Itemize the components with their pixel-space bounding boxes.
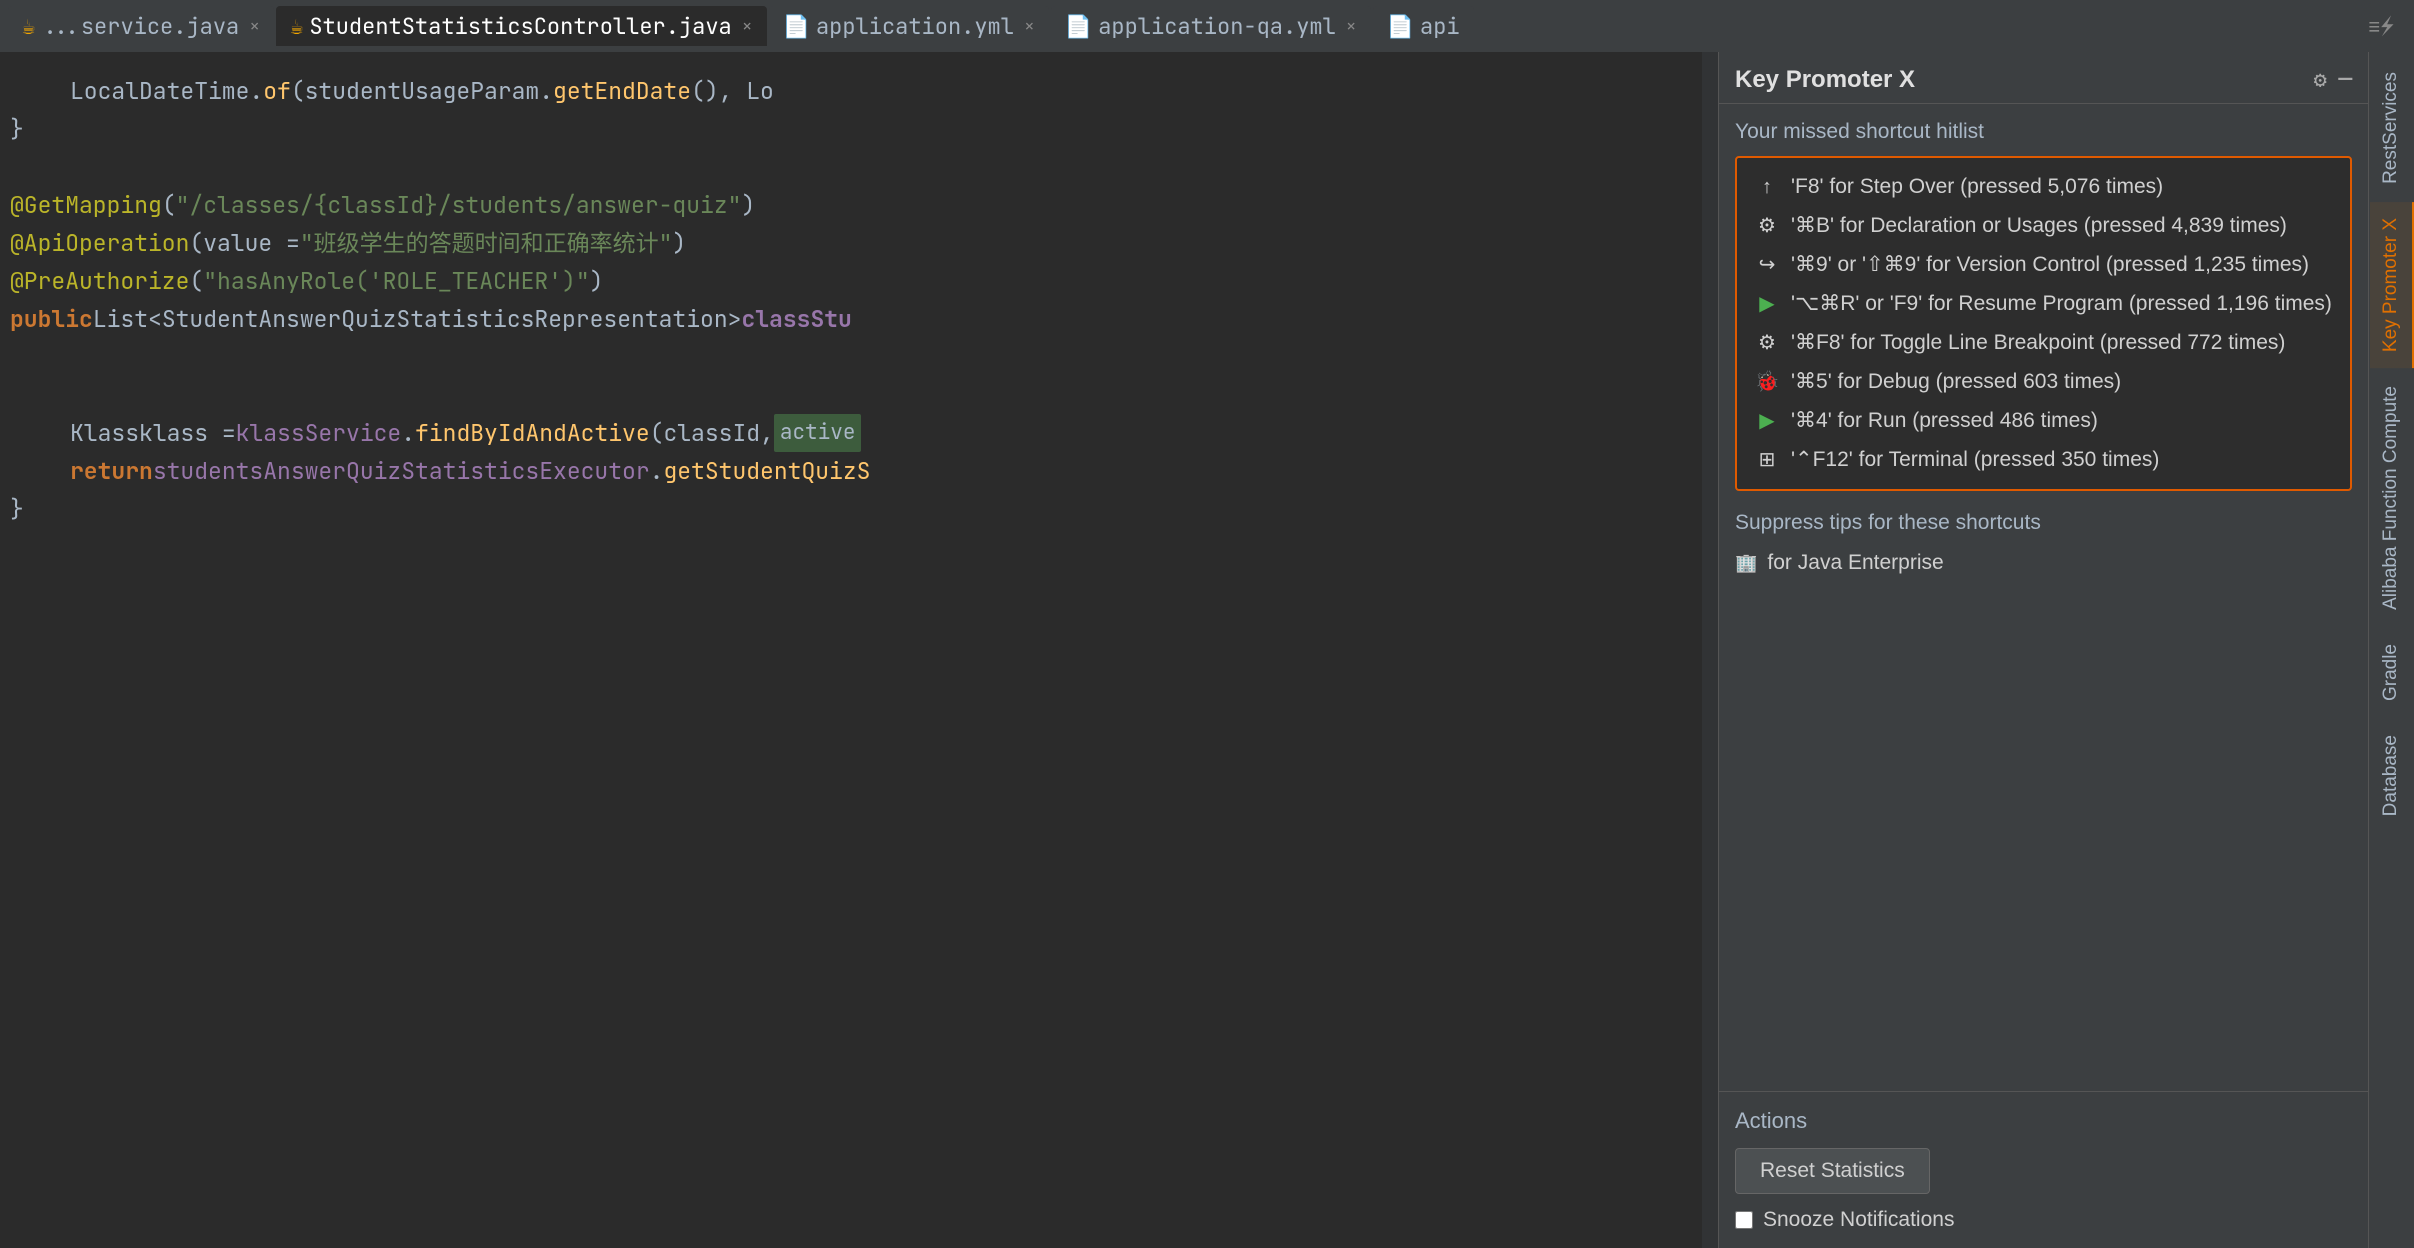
code-line-12: }	[0, 490, 1718, 528]
tab-controller[interactable]: ☕ StudentStatisticsController.java ×	[276, 6, 766, 46]
tab-controller-icon: ☕	[290, 12, 303, 41]
right-tab-key-promoter-x[interactable]: Key Promoter X	[2370, 202, 2414, 368]
suppress-item-1: 🏢 for Java Enterprise	[1735, 547, 2352, 579]
tab-appqayml[interactable]: 📄 application-qa.yml ×	[1051, 6, 1371, 46]
tab-api[interactable]: 📄 api	[1373, 6, 1474, 46]
kpx-panel: Key Promoter X ⚙ ─ Your missed shortcut …	[1718, 52, 2368, 1248]
scroll-gutter	[1702, 52, 1718, 1248]
tab-appqayml-icon: 📄	[1065, 12, 1092, 41]
hitlist-text-7: '⌘4' for Run (pressed 486 times)	[1791, 408, 2098, 433]
hitlist-item-3: ↪ '⌘9' or '⇧⌘9' for Version Control (pre…	[1737, 245, 2350, 284]
actions-section: Actions Reset Statistics Snooze Notifica…	[1719, 1091, 2368, 1248]
hitlist-item-7: ▶ '⌘4' for Run (pressed 486 times)	[1737, 401, 2350, 440]
snooze-checkbox[interactable]	[1735, 1211, 1753, 1229]
tab-appyml[interactable]: 📄 application.yml ×	[769, 6, 1049, 46]
kpx-title: Key Promoter X	[1735, 66, 1915, 94]
tab-service-close[interactable]: ×	[249, 15, 260, 38]
breadcrumb-indicator[interactable]: ≡⚡	[2356, 12, 2406, 41]
main-area: LocalDateTime.of(studentUsageParam.getEn…	[0, 52, 2414, 1248]
code-line-10: Klass klass = klassService.findByIdAndAc…	[0, 414, 1718, 452]
right-tab-database[interactable]: Database	[2370, 719, 2414, 832]
code-line-9	[0, 376, 1718, 414]
hitlist-item-8: ⊞ '⌃F12' for Terminal (pressed 350 times…	[1737, 440, 2350, 479]
hitlist-icon-2: ⚙	[1753, 213, 1781, 238]
hitlist-box: ↑ 'F8' for Step Over (pressed 5,076 time…	[1735, 156, 2352, 491]
hitlist-item-6: 🐞 '⌘5' for Debug (pressed 603 times)	[1737, 362, 2350, 401]
hitlist-text-3: '⌘9' or '⇧⌘9' for Version Control (press…	[1791, 252, 2309, 277]
snooze-row: Snooze Notifications	[1735, 1208, 2352, 1232]
hitlist-icon-5: ⚙	[1753, 330, 1781, 355]
tab-appyml-label: application.yml	[816, 12, 1014, 41]
code-line-1: LocalDateTime.of(studentUsageParam.getEn…	[0, 72, 1718, 110]
hitlist-section-title: Your missed shortcut hitlist	[1735, 120, 2352, 144]
hitlist-icon-1: ↑	[1753, 176, 1781, 199]
tab-api-icon: 📄	[1387, 12, 1414, 41]
code-line-13	[0, 528, 1718, 566]
hitlist-text-8: '⌃F12' for Terminal (pressed 350 times)	[1791, 447, 2159, 472]
hitlist-text-5: '⌘F8' for Toggle Line Breakpoint (presse…	[1791, 330, 2285, 355]
right-tab-gradle[interactable]: Gradle	[2370, 628, 2414, 717]
tab-controller-close[interactable]: ×	[742, 15, 753, 38]
tab-service-label: ...service.java	[41, 12, 239, 41]
hitlist-text-2: '⌘B' for Declaration or Usages (pressed …	[1791, 213, 2287, 238]
kpx-header: Key Promoter X ⚙ ─	[1719, 52, 2368, 104]
reset-statistics-button[interactable]: Reset Statistics	[1735, 1148, 1930, 1194]
suppress-section: Suppress tips for these shortcuts 🏢 for …	[1735, 511, 2352, 579]
code-line-7: public List<StudentAnswerQuizStatisticsR…	[0, 300, 1718, 338]
hitlist-icon-8: ⊞	[1753, 447, 1781, 472]
tab-appqayml-close[interactable]: ×	[1346, 15, 1357, 38]
code-line-6: @PreAuthorize("hasAnyRole('ROLE_TEACHER'…	[0, 262, 1718, 300]
actions-title: Actions	[1735, 1108, 2352, 1134]
code-line-3	[0, 148, 1718, 186]
code-line-5: @ApiOperation(value = "班级学生的答题时间和正确率统计")	[0, 224, 1718, 262]
right-tab-alibaba[interactable]: Alibaba Function Compute	[2370, 370, 2414, 626]
right-tabs: RestServices Key Promoter X Alibaba Func…	[2368, 52, 2414, 1248]
snooze-label[interactable]: Snooze Notifications	[1763, 1208, 1954, 1232]
hitlist-item-1: ↑ 'F8' for Step Over (pressed 5,076 time…	[1737, 168, 2350, 206]
kpx-body: Your missed shortcut hitlist ↑ 'F8' for …	[1719, 104, 2368, 1091]
code-line-8	[0, 338, 1718, 376]
tab-api-label: api	[1420, 12, 1460, 41]
suppress-text-1: for Java Enterprise	[1767, 551, 1943, 575]
code-line-11: return studentsAnswerQuizStatisticsExecu…	[0, 452, 1718, 490]
hitlist-item-2: ⚙ '⌘B' for Declaration or Usages (presse…	[1737, 206, 2350, 245]
kpx-header-icons: ⚙ ─	[2314, 65, 2352, 94]
hitlist-icon-6: 🐞	[1753, 369, 1781, 394]
hitlist-item-5: ⚙ '⌘F8' for Toggle Line Breakpoint (pres…	[1737, 323, 2350, 362]
hitlist-icon-3: ↪	[1753, 252, 1781, 277]
hitlist-text-1: 'F8' for Step Over (pressed 5,076 times)	[1791, 175, 2163, 199]
right-tab-rest-services[interactable]: RestServices	[2370, 56, 2414, 200]
hitlist-icon-4: ▶	[1753, 291, 1781, 316]
code-line-2: }	[0, 110, 1718, 148]
tab-appyml-close[interactable]: ×	[1024, 15, 1035, 38]
tab-bar: ☕ ...service.java × ☕ StudentStatisticsC…	[0, 0, 2414, 52]
settings-icon[interactable]: ⚙	[2314, 65, 2327, 94]
code-line-4: @GetMapping("/classes/{classId}/students…	[0, 186, 1718, 224]
tab-appqayml-label: application-qa.yml	[1098, 12, 1336, 41]
tab-controller-label: StudentStatisticsController.java	[309, 12, 731, 41]
minimize-icon[interactable]: ─	[2339, 65, 2352, 94]
code-editor[interactable]: LocalDateTime.of(studentUsageParam.getEn…	[0, 52, 1718, 1248]
hitlist-icon-7: ▶	[1753, 408, 1781, 433]
hitlist-text-4: '⌥⌘R' or 'F9' for Resume Program (presse…	[1791, 291, 2332, 316]
tab-service-icon: ☕	[22, 12, 35, 41]
suppress-title: Suppress tips for these shortcuts	[1735, 511, 2352, 535]
hitlist-text-6: '⌘5' for Debug (pressed 603 times)	[1791, 369, 2121, 394]
hitlist-item-4: ▶ '⌥⌘R' or 'F9' for Resume Program (pres…	[1737, 284, 2350, 323]
suppress-icon-1: 🏢	[1735, 553, 1757, 574]
tab-appyml-icon: 📄	[783, 12, 810, 41]
tab-service[interactable]: ☕ ...service.java ×	[8, 6, 274, 46]
